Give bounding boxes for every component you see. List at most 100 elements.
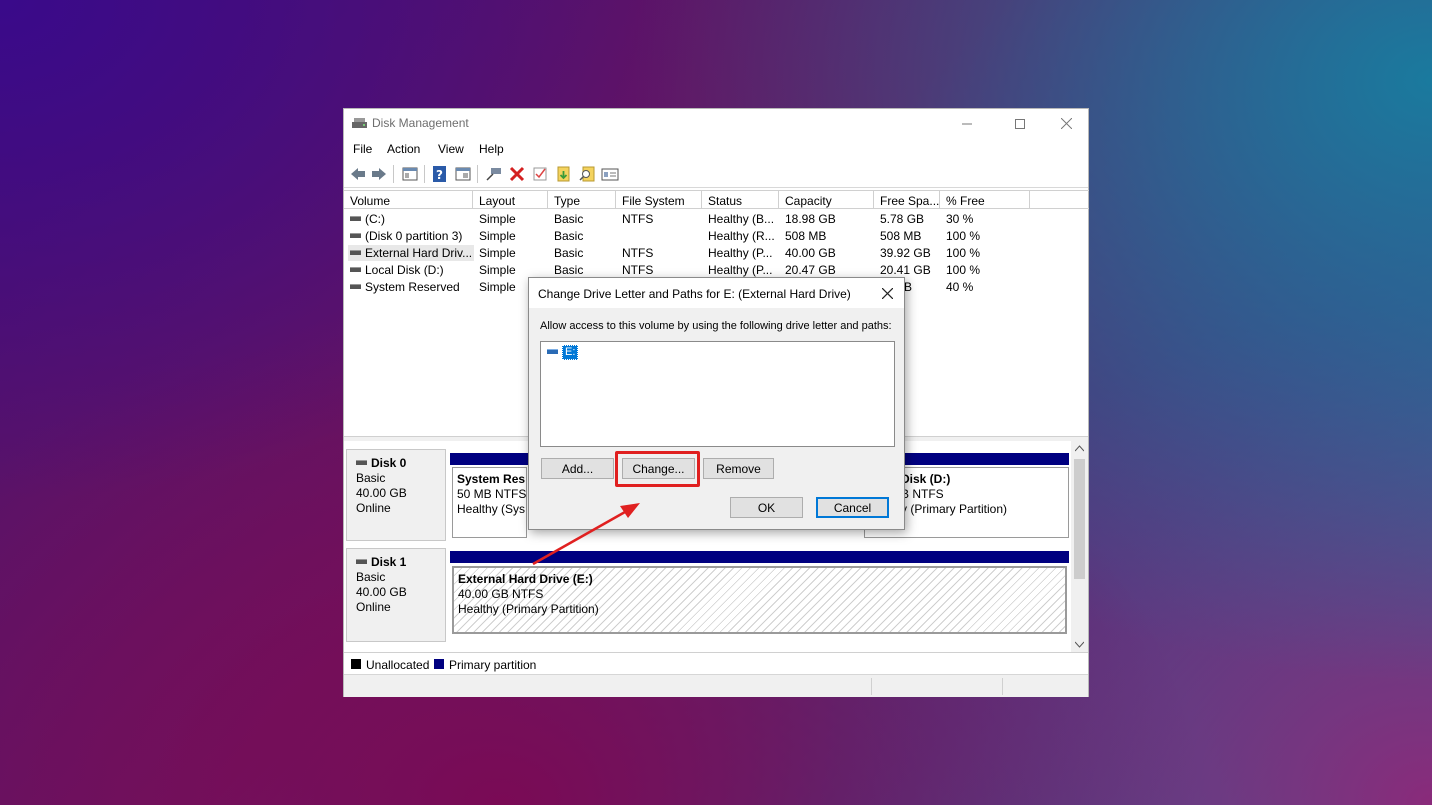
capacity-cell: 20.47 GB (785, 263, 836, 277)
free-space-cell: 39.92 GB (880, 246, 931, 260)
scrollbar-thumb[interactable] (1074, 459, 1085, 579)
minimize-button[interactable] (944, 109, 990, 138)
remove-button[interactable]: Remove (703, 458, 774, 479)
legend-primary-swatch (434, 659, 444, 669)
legend-unallocated: Unallocated (366, 658, 430, 672)
disk-view-scrollbar[interactable] (1071, 441, 1088, 652)
import-icon[interactable] (555, 165, 573, 183)
disk-name: Disk 0 (371, 456, 407, 470)
table-row[interactable]: Local Disk (D:) Simple Basic NTFS Health… (344, 261, 1088, 278)
partition-name: External Hard Drive (E:) (458, 572, 593, 586)
column-header-free-space[interactable]: Free Spa... (874, 190, 940, 209)
partition-status: y (Primary Partition) (901, 502, 1008, 516)
type-cell: Basic (554, 229, 584, 243)
svg-text:?: ? (436, 168, 443, 182)
search-icon[interactable] (578, 165, 596, 183)
column-header-percent-free[interactable]: % Free (940, 190, 1030, 209)
table-row[interactable]: External Hard Driv... Simple Basic NTFS … (344, 244, 1088, 261)
highlight-box (615, 451, 700, 487)
ok-button[interactable]: OK (730, 497, 803, 518)
partition-status: Healthy (Primary Partition) (458, 602, 599, 616)
drive-icon (350, 233, 361, 239)
partition-system-reserved[interactable]: System Res 50 MB NTFS Healthy (Sys (452, 467, 527, 538)
volume-cell: Local Disk (D:) (350, 263, 444, 277)
table-row[interactable]: (C:) Simple Basic NTFS Healthy (B... 18.… (344, 210, 1088, 227)
disk-state: Online (356, 501, 391, 515)
free-space-cell: 20.41 GB (880, 263, 931, 277)
drive-path-list[interactable]: E: (540, 341, 895, 447)
volume-name: Local Disk (D:) (365, 263, 444, 277)
partition-name: Disk (D:) (901, 472, 951, 486)
disk-size: 40.00 GB (356, 585, 407, 599)
free-space-cell: B (904, 280, 913, 294)
layout-cell: Simple (479, 229, 516, 243)
disk-1-label[interactable]: Disk 1 Basic 40.00 GB Online (346, 548, 446, 642)
maximize-button[interactable] (997, 109, 1043, 138)
volume-cell: External Hard Driv... (348, 245, 475, 261)
legend-unallocated-swatch (351, 659, 361, 669)
menu-view[interactable]: View (438, 142, 464, 156)
menu-help[interactable]: Help (479, 142, 504, 156)
forward-arrow-icon[interactable] (370, 165, 388, 183)
percent-free-cell: 100 % (946, 246, 981, 260)
partition-external-hard-drive[interactable]: External Hard Drive (E:) 40.00 GB NTFS H… (452, 566, 1067, 634)
volume-cell: (C:) (350, 212, 385, 226)
dialog-close-button[interactable] (876, 282, 898, 304)
column-header-status[interactable]: Status (702, 190, 779, 209)
layout-cell: Simple (479, 246, 516, 260)
maximize-icon (1015, 118, 1025, 129)
layout-cell: Simple (479, 212, 516, 226)
add-button[interactable]: Add... (541, 458, 614, 479)
status-cell: Healthy (B... (708, 212, 775, 226)
menu-action[interactable]: Action (387, 142, 420, 156)
disk-management-icon (352, 118, 367, 128)
check-icon[interactable] (531, 165, 549, 183)
list-item[interactable]: E: (547, 345, 579, 360)
percent-free-cell: 40 % (946, 280, 974, 294)
title-bar: Disk Management (344, 109, 1088, 138)
close-button[interactable] (1043, 109, 1089, 138)
disk-icon (356, 460, 367, 466)
column-header-file-system[interactable]: File System (616, 190, 702, 209)
partition-info: 40.00 GB NTFS (458, 587, 544, 601)
show-panel-icon[interactable] (601, 165, 619, 183)
scroll-up-icon[interactable] (1075, 445, 1084, 452)
volume-name: External Hard Driv... (365, 246, 473, 260)
free-space-cell: 5.78 GB (880, 212, 925, 226)
minimize-icon (962, 123, 972, 124)
connect-icon[interactable] (485, 165, 503, 183)
volume-name: (C:) (365, 212, 385, 226)
drive-icon (350, 250, 361, 256)
volume-cell: System Reserved (350, 280, 460, 294)
free-space-cell: 508 MB (880, 229, 922, 243)
table-row[interactable]: (Disk 0 partition 3) Simple Basic Health… (344, 227, 1088, 244)
drive-icon (350, 216, 361, 222)
partition-info: B NTFS (901, 487, 944, 501)
capacity-cell: 18.98 GB (785, 212, 836, 226)
disk-icon (356, 559, 367, 565)
cancel-button[interactable]: Cancel (816, 497, 889, 518)
menu-file[interactable]: File (353, 142, 372, 156)
back-arrow-icon[interactable] (349, 165, 367, 183)
toolbar-separator (477, 165, 478, 183)
status-bar (344, 674, 1088, 697)
help-icon[interactable]: ? (431, 165, 449, 183)
file-system-cell: NTFS (622, 246, 654, 260)
drive-icon (350, 284, 361, 290)
column-header-volume[interactable]: Volume (344, 190, 473, 209)
column-header-capacity[interactable]: Capacity (779, 190, 874, 209)
properties-icon[interactable] (454, 165, 472, 183)
status-separator (1002, 678, 1003, 695)
console-tree-icon[interactable] (401, 165, 419, 183)
column-header-layout[interactable]: Layout (473, 190, 548, 209)
type-cell: Basic (554, 246, 584, 260)
volume-name: System Reserved (365, 280, 460, 294)
disk-0-label[interactable]: Disk 0 Basic 40.00 GB Online (346, 449, 446, 541)
disk-1-row: Disk 1 Basic 40.00 GB Online External Ha… (344, 548, 1071, 643)
scroll-down-icon[interactable] (1075, 641, 1084, 648)
disk-type: Basic (356, 471, 386, 485)
delete-icon[interactable] (508, 165, 526, 183)
file-system-cell: NTFS (622, 212, 654, 226)
column-header-type[interactable]: Type (548, 190, 616, 209)
dialog-title: Change Drive Letter and Paths for E: (Ex… (538, 287, 851, 301)
